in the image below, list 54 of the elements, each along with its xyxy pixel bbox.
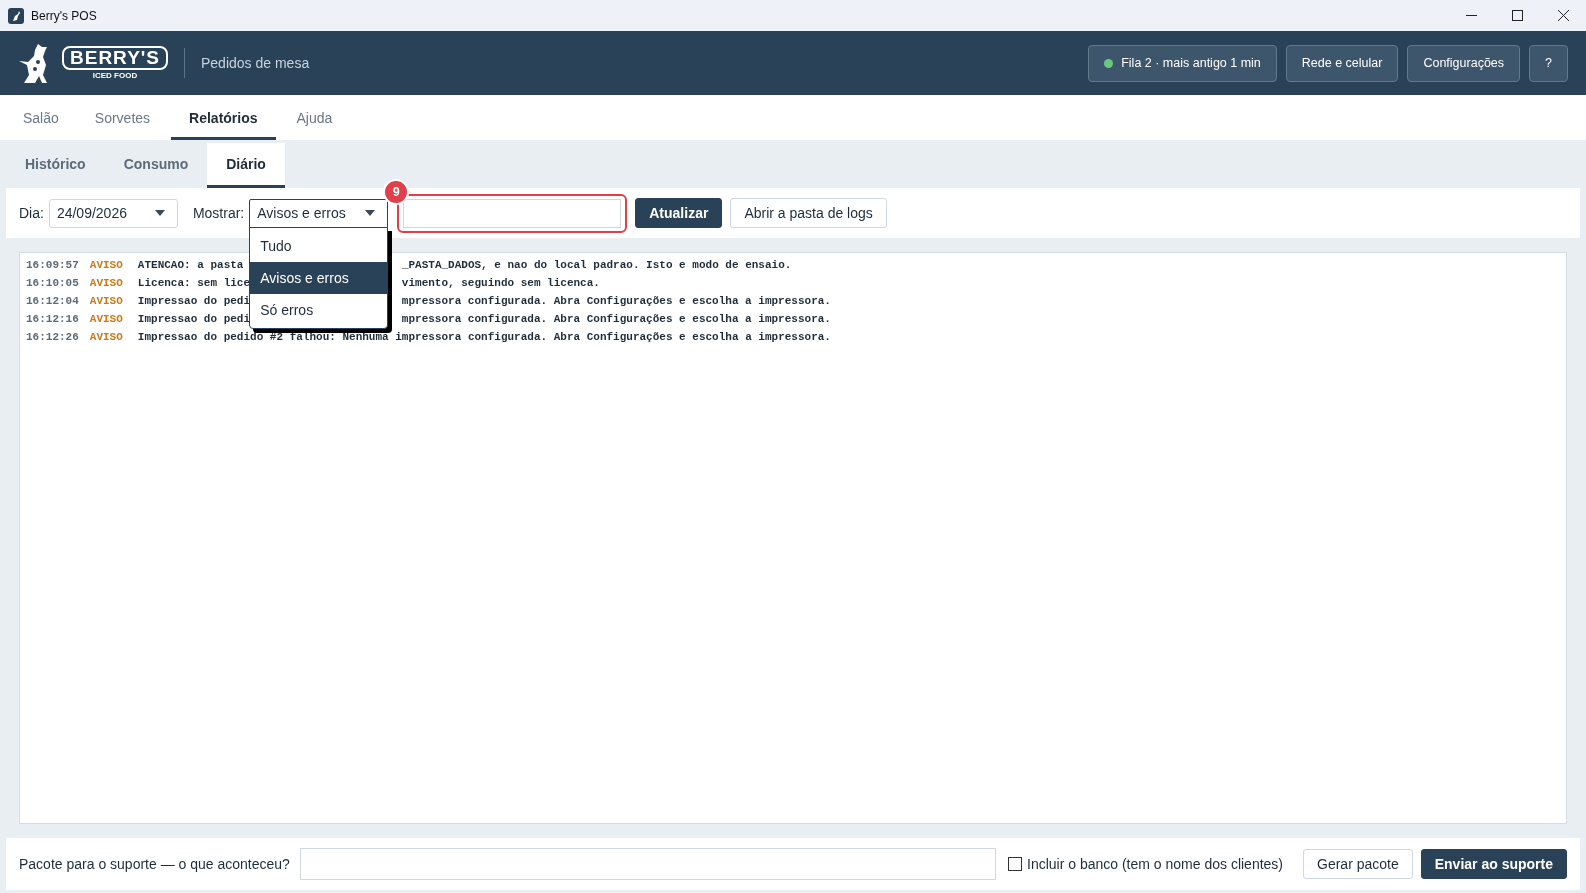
date-dropdown[interactable]: 24/09/2026 <box>48 198 178 228</box>
log-time: 16:12:16 <box>26 312 79 327</box>
log-level: AVISO <box>89 312 123 327</box>
menu-option[interactable]: Só erros <box>250 293 388 326</box>
log-message: mpressora configurada. Abra Configurações e escolha a impressora. <box>401 294 831 309</box>
subtab[interactable]: Consumo <box>104 143 208 188</box>
log-level: AVISO <box>89 276 123 291</box>
page-subtitle: Pedidos de mesa <box>201 55 310 71</box>
tab[interactable]: Salão <box>8 95 74 140</box>
generate-button[interactable]: Gerar pacote <box>1303 849 1413 879</box>
log-message: _PASTA_DADOS, e nao do local padrao. Isto e modo de ensaio. <box>401 258 792 273</box>
log-message: Impressao do pedi <box>137 294 251 309</box>
field-label: Dia: <box>19 205 44 221</box>
description-field[interactable] <box>299 848 996 880</box>
tab[interactable]: Ajuda <box>281 95 348 140</box>
field-label: Mostrar: <box>192 205 245 221</box>
brand-logo: BERRY'S <box>62 46 168 70</box>
log-time: 16:12:26 <box>26 330 79 345</box>
maximize-icon[interactable] <box>1511 10 1523 21</box>
caret-icon <box>365 210 376 216</box>
open-folder-button[interactable]: Abrir a pasta de logs <box>730 198 887 228</box>
app-icon <box>8 7 24 24</box>
header-button[interactable]: Configurações <box>1407 44 1521 82</box>
log-message: vimento, seguindo sem licenca. <box>401 276 600 291</box>
log-level: AVISO <box>89 258 123 273</box>
close-icon[interactable] <box>1557 10 1569 21</box>
log-time: 16:10:05 <box>26 276 79 291</box>
checkbox-label: Incluir o banco (tem o nome dos clientes) <box>1027 856 1283 872</box>
tab[interactable]: Sorvetes <box>79 95 166 140</box>
filter-dropdown[interactable]: Avisos e erros <box>249 198 389 228</box>
log-time: 16:12:04 <box>26 294 79 309</box>
subtab[interactable]: Histórico <box>6 143 105 188</box>
log-message: mpressora configurada. Abra Configurações e escolha a impressora. <box>401 312 831 327</box>
menu-option[interactable]: Tudo <box>250 229 388 262</box>
subtab[interactable]: Diário <box>207 143 285 188</box>
help-button[interactable]: ? <box>1529 44 1568 82</box>
refresh-button[interactable]: Atualizar <box>635 198 723 228</box>
queue-status-button[interactable]: Fila 2 · mais antigo 1 min <box>1088 44 1277 82</box>
log-level: AVISO <box>89 294 123 309</box>
log-level: AVISO <box>89 330 123 345</box>
send-button[interactable]: Enviar ao suporte <box>1420 849 1567 879</box>
log-time: 16:09:57 <box>26 258 79 273</box>
log-message: ATENCAO: a pasta <box>137 258 244 273</box>
log-message: Impressao do pedi <box>137 312 251 327</box>
field-label: Pacote para o suporte — o que aconteceu? <box>19 856 290 872</box>
header-button[interactable]: Rede e celular <box>1285 44 1399 82</box>
menu-option[interactable]: Avisos e erros <box>250 261 388 294</box>
minimize-icon[interactable] <box>1465 15 1477 16</box>
log-message: Licenca: sem lice <box>137 276 251 291</box>
search-field[interactable] <box>403 198 622 228</box>
window-title: Berry's POS <box>31 8 97 23</box>
logo-tagline: ICED FOOD <box>92 71 138 80</box>
caret-icon <box>154 210 165 216</box>
checkbox[interactable] <box>1008 857 1022 871</box>
